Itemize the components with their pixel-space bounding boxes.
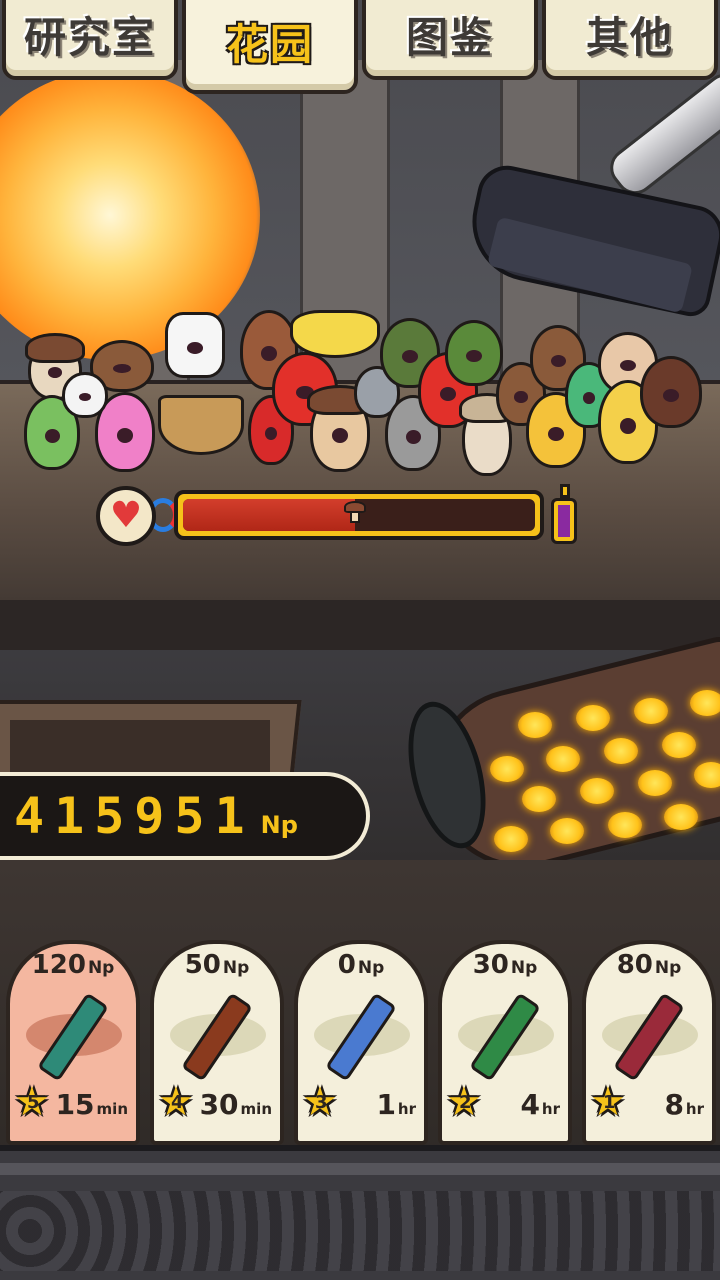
tab-label: 其他 (585, 12, 674, 62)
star-rank-icon: ★ 1 (590, 1079, 626, 1125)
card-price: 30 Np (472, 950, 538, 980)
star-rank-icon: ★ 2 (446, 1079, 482, 1125)
roller-light (690, 690, 720, 716)
tab-encyclopedia[interactable]: 图鉴 (362, 0, 538, 80)
roller-light (546, 746, 580, 772)
star-rank-icon: ★ 4 (158, 1079, 194, 1125)
footer-ornament (0, 1191, 720, 1271)
chocolate-mushroom-creature[interactable] (640, 356, 702, 428)
potion-bottle-icon[interactable] (551, 484, 579, 548)
fertilizer-card[interactable]: 0 Np ★ 3 1 hr (294, 940, 428, 1145)
fertilizer-card[interactable]: 50 Np ★ 4 30 min (150, 940, 284, 1145)
card-time: 30 min (199, 1088, 272, 1121)
roller-light (518, 712, 552, 738)
tab-label: 图鉴 (405, 12, 494, 62)
fertilizer-card[interactable]: 120 Np ★ 5 15 min (6, 940, 140, 1145)
basket-mushroom-group[interactable] (158, 395, 244, 455)
roller-light (662, 732, 696, 758)
footer-trim (0, 1163, 720, 1175)
roller-light (580, 778, 614, 804)
card-time: 1 hr (376, 1088, 416, 1121)
card-time: 8 hr (664, 1088, 704, 1121)
star-rank-icon: ★ 5 (14, 1079, 50, 1125)
squid-creature[interactable] (165, 312, 225, 378)
np-counter: 415951 Np (0, 772, 370, 860)
roller-light (638, 770, 672, 796)
tab-label: 花园 (225, 19, 314, 69)
footer-rail (0, 1145, 720, 1280)
star-rank-icon: ★ 3 (302, 1079, 338, 1125)
grow-light-orb (0, 70, 260, 360)
health-meter: ♥ (96, 484, 586, 550)
roller-light (664, 804, 698, 830)
roller-light (694, 762, 720, 788)
health-track (183, 499, 535, 531)
roller-light (494, 826, 528, 852)
card-time: 15 min (55, 1088, 128, 1121)
roller-light (576, 705, 610, 731)
card-price: 50 Np (184, 950, 250, 980)
tab-garden[interactable]: 花园 (182, 0, 358, 94)
np-value: 415951 (14, 787, 255, 845)
health-bar (174, 490, 544, 540)
np-unit: Np (260, 811, 298, 839)
card-price: 0 Np (337, 950, 385, 980)
banana-creature[interactable] (290, 310, 380, 358)
card-time: 4 hr (520, 1088, 560, 1121)
tab-label: 研究室 (23, 12, 156, 62)
card-price: 120 Np (31, 950, 115, 980)
fertilizer-card-row: 120 Np ★ 5 15 min 50 Np ★ 4 30 min 0 Np ★ 3 1 hr … (0, 940, 720, 1145)
wooden-box-opening (10, 720, 270, 780)
card-price: 80 Np (616, 950, 682, 980)
ghost-mushroom-creature[interactable] (62, 372, 108, 418)
fertilizer-card[interactable]: 80 Np ★ 1 8 hr (582, 940, 716, 1145)
health-fill (183, 499, 356, 531)
roller-light (550, 818, 584, 844)
mushroom-marker-icon (344, 501, 367, 525)
roller-light (608, 812, 642, 838)
roller-light (604, 738, 638, 764)
fertilizer-card[interactable]: 30 Np ★ 2 4 hr (438, 940, 572, 1145)
tab-other[interactable]: 其他 (542, 0, 718, 80)
roller-light (634, 698, 668, 724)
roller-light (522, 786, 556, 812)
pineapple-creature[interactable] (445, 320, 503, 386)
roller-light (490, 756, 524, 782)
shelf-edge (0, 600, 720, 650)
heart-icon: ♥ (96, 486, 156, 546)
tab-laboratory[interactable]: 研究室 (2, 0, 178, 80)
top-tab-bar: 研究室 花园 图鉴 其他 (0, 0, 720, 95)
